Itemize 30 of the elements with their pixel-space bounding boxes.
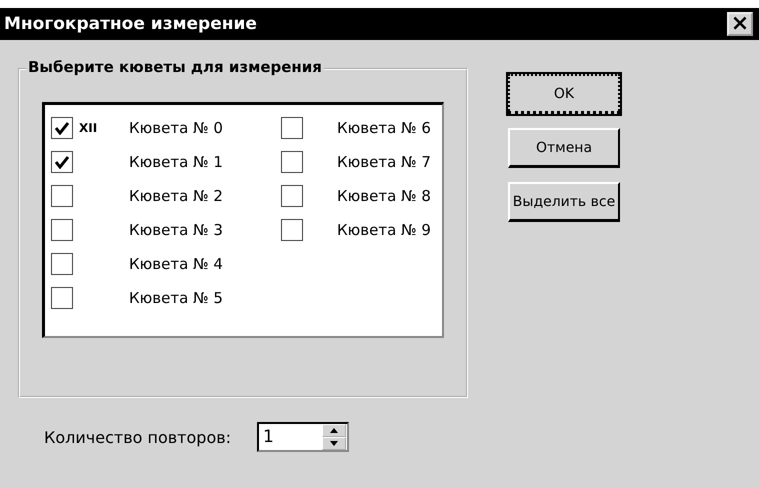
close-button[interactable]: × [727, 12, 753, 36]
dialog-button[interactable]: Выделить все [508, 182, 620, 222]
cuvette-label: Кювета № 6 [337, 119, 431, 137]
repeats-label: Количество повторов: [44, 428, 232, 446]
group-title: Выберите кюветы для измерения [26, 58, 324, 76]
checkbox[interactable] [51, 117, 73, 139]
dialog-button[interactable]: Отмена [508, 128, 620, 168]
cuvette-label: Кювета № 2 [129, 187, 223, 205]
cuvette-label: Кювета № 3 [129, 221, 223, 239]
checkbox[interactable] [281, 151, 303, 173]
cuvette-label: Кювета № 7 [337, 153, 431, 171]
checkbox[interactable] [51, 287, 73, 309]
checkbox[interactable] [51, 253, 73, 275]
item-prefix: XII [79, 121, 98, 135]
cuvette-label: Кювета № 8 [337, 187, 431, 205]
cuvette-label: Кювета № 5 [129, 289, 223, 307]
checkbox[interactable] [281, 117, 303, 139]
checkbox[interactable] [51, 185, 73, 207]
dialog-button[interactable]: OK [508, 74, 620, 114]
cuvette-label: Кювета № 4 [129, 255, 223, 273]
cuvette-label: Кювета № 9 [337, 221, 431, 239]
checkbox[interactable] [281, 219, 303, 241]
checkbox[interactable] [281, 185, 303, 207]
cuvette-label: Кювета № 1 [129, 153, 223, 171]
check-icon [55, 155, 69, 169]
cuvette-label: Кювета № 0 [129, 119, 223, 137]
window-title: Многократное измерение [4, 14, 257, 34]
checkbox[interactable] [51, 151, 73, 173]
check-icon [55, 121, 69, 135]
checkbox[interactable] [51, 219, 73, 241]
